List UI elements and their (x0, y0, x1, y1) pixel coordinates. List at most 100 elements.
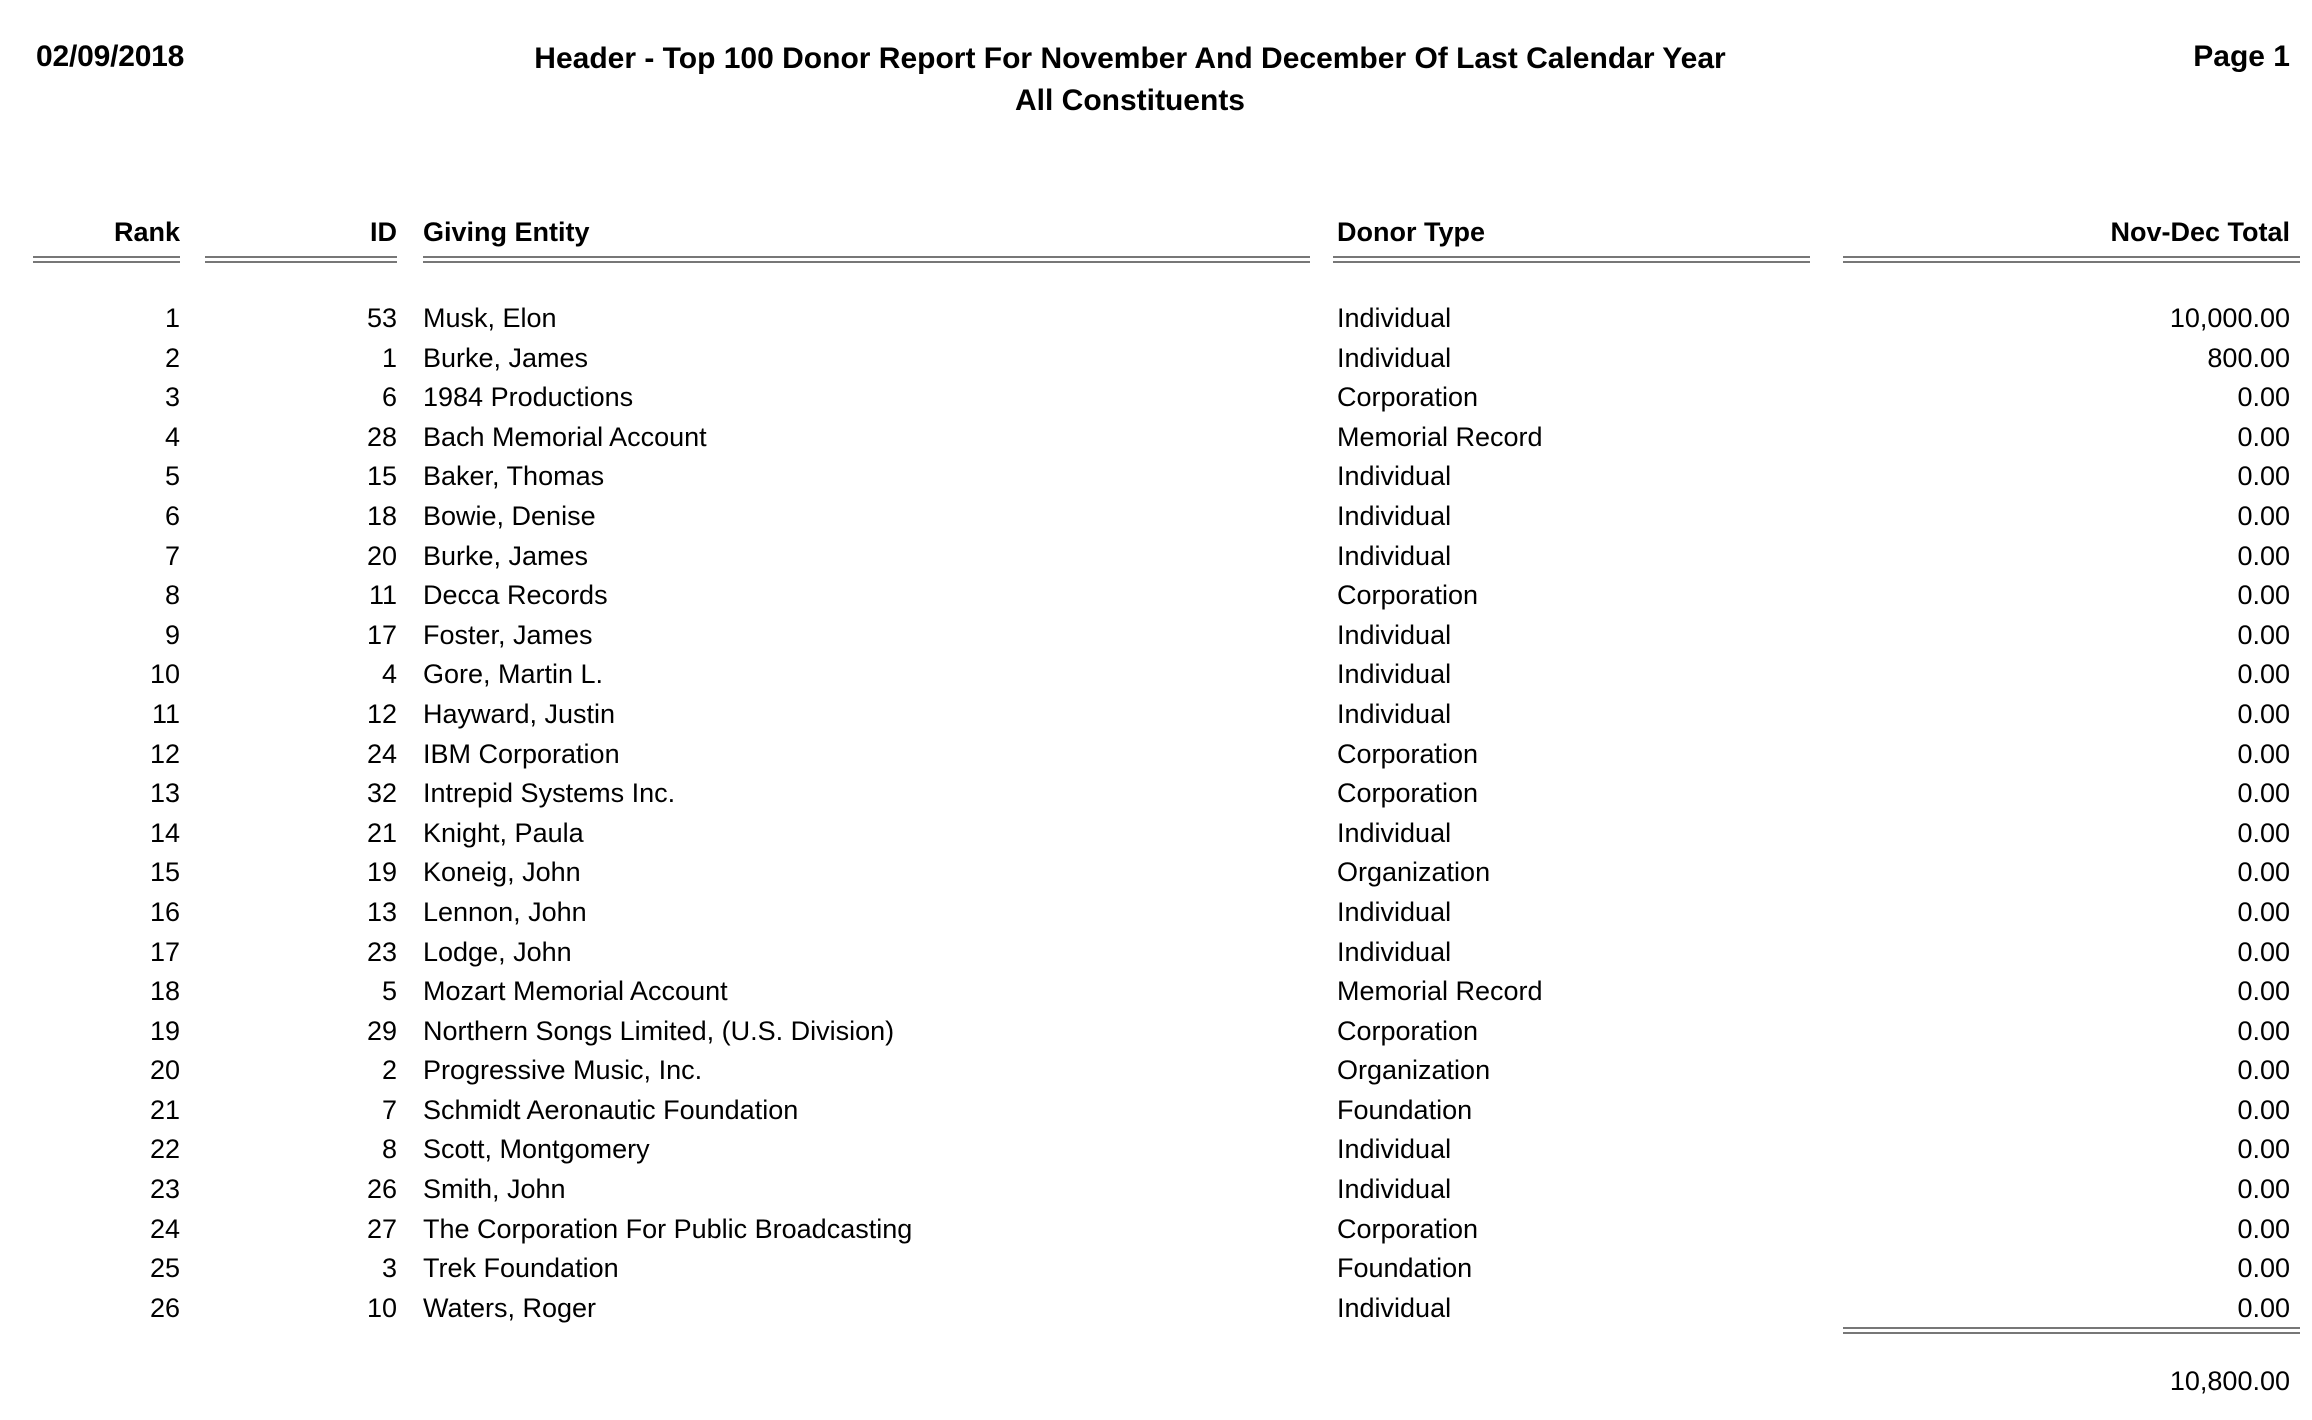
cell-total: 0.00 (2237, 778, 2290, 809)
cell-total: 0.00 (2237, 857, 2290, 888)
table-row: 5 15 Baker, Thomas Individual 0.00 (0, 458, 2312, 498)
cell-rank: 25 (149, 1253, 180, 1284)
report-header: 02/09/2018 Header - Top 100 Donor Report… (0, 32, 2312, 142)
cell-rank: 1 (164, 303, 180, 333)
cell-entity: Waters, Roger (423, 1292, 597, 1323)
cell-id: 4 (381, 659, 397, 690)
table-row: 14 21 Knight, Paula Individual 0.00 (0, 815, 2312, 855)
table-row: 23 26 Smith, John Individual 0.00 (0, 1171, 2312, 1211)
cell-id: 3 (381, 1253, 397, 1284)
table-row: 26 10 Waters, Roger Individual 0.00 (0, 1290, 2312, 1330)
cell-total: 0.00 (2237, 1174, 2290, 1205)
cell-donor-type: Individual (1337, 936, 1452, 967)
table-row: 12 24 IBM Corporation Corporation 0.00 (0, 736, 2312, 776)
cell-entity: Trek Foundation (423, 1253, 619, 1284)
cell-rank: 18 (149, 976, 180, 1007)
cell-rank: 3 (164, 382, 180, 413)
cell-id: 5 (381, 976, 397, 1007)
table-row: 10 4 Gore, Martin L. Individual 0.00 (0, 656, 2312, 696)
column-header-donor-type: Donor Type (1337, 217, 1485, 247)
cell-donor-type: Individual (1337, 342, 1452, 373)
cell-rank: 8 (164, 580, 180, 611)
cell-rank: 7 (164, 540, 180, 571)
cell-donor-type: Individual (1337, 817, 1452, 848)
cell-id: 28 (366, 421, 397, 452)
cell-donor-type: Corporation (1337, 738, 1479, 769)
table-row: 4 28 Bach Memorial Account Memorial Record 0… (0, 419, 2312, 459)
column-header-entity: Giving Entity (423, 217, 590, 247)
table-row: 3 6 1984 Productions Corporation 0.00 (0, 379, 2312, 419)
cell-total: 0.00 (2237, 817, 2290, 848)
table-row: 9 17 Foster, James Individual 0.00 (0, 617, 2312, 657)
cell-rank: 6 (164, 500, 180, 531)
cell-rank: 14 (149, 817, 180, 848)
report-title-block: Header - Top 100 Donor Report For Novemb… (300, 38, 1960, 122)
cell-donor-type: Foundation (1337, 1094, 1473, 1125)
cell-entity: Smith, John (423, 1174, 566, 1205)
cell-entity: Progressive Music, Inc. (423, 1055, 703, 1086)
cell-total: 0.00 (2237, 540, 2290, 571)
cell-entity: Knight, Paula (423, 817, 584, 848)
cell-id: 19 (366, 857, 397, 888)
cell-entity: Bowie, Denise (423, 500, 596, 531)
cell-rank: 5 (164, 461, 180, 492)
cell-total: 0.00 (2237, 976, 2290, 1007)
cell-donor-type: Individual (1337, 1174, 1452, 1205)
cell-total: 0.00 (2237, 461, 2290, 492)
cell-rank: 16 (149, 896, 180, 927)
cell-donor-type: Individual (1337, 659, 1452, 690)
cell-rank: 17 (149, 936, 180, 967)
cell-id: 20 (366, 540, 397, 571)
cell-rank: 4 (164, 421, 180, 452)
cell-entity: Northern Songs Limited, (U.S. Division) (423, 1015, 895, 1046)
cell-donor-type: Corporation (1337, 580, 1479, 611)
cell-entity: The Corporation For Public Broadcasting (423, 1213, 913, 1244)
cell-id: 29 (366, 1015, 397, 1046)
table-row: 19 29 Northern Songs Limited, (U.S. Divisi… (0, 1013, 2312, 1053)
cell-donor-type: Individual (1337, 303, 1452, 333)
grand-total-rule (1843, 1327, 2300, 1334)
grand-total-value: 10,800.00 (2169, 1366, 2290, 1396)
cell-donor-type: Individual (1337, 1292, 1452, 1323)
cell-id: 26 (366, 1174, 397, 1205)
cell-entity: 1984 Productions (423, 382, 634, 413)
table-row: 25 3 Trek Foundation Foundation 0.00 (0, 1250, 2312, 1290)
cell-id: 53 (366, 303, 397, 333)
cell-total: 0.00 (2237, 1213, 2290, 1244)
table-column-headers: Rank ID Giving Entity Donor Type Nov-Dec… (0, 216, 2312, 278)
cell-rank: 22 (149, 1134, 180, 1165)
cell-donor-type: Corporation (1337, 1213, 1479, 1244)
cell-entity: Schmidt Aeronautic Foundation (423, 1094, 799, 1125)
cell-entity: IBM Corporation (423, 738, 620, 769)
cell-total: 0.00 (2237, 1015, 2290, 1046)
cell-total: 0.00 (2237, 698, 2290, 729)
cell-entity: Decca Records (423, 580, 608, 611)
header-rule-id (205, 256, 397, 263)
cell-id: 13 (366, 896, 397, 927)
table-row: 18 5 Mozart Memorial Account Memorial Recor… (0, 973, 2312, 1013)
column-header-id: ID (370, 217, 397, 247)
cell-id: 18 (366, 500, 397, 531)
cell-id: 15 (366, 461, 397, 492)
cell-id: 1 (381, 342, 397, 373)
cell-total: 0.00 (2237, 382, 2290, 413)
cell-total: 0.00 (2237, 936, 2290, 967)
cell-donor-type: Organization (1337, 1055, 1491, 1086)
cell-rank: 12 (149, 738, 180, 769)
report-title: Header - Top 100 Donor Report For Novemb… (534, 42, 1726, 75)
cell-total: 0.00 (2237, 1055, 2290, 1086)
cell-id: 32 (366, 778, 397, 809)
table-body: 1 53 Musk, Elon Individual 10,000.00 2 1 Burke,… (0, 300, 2312, 1329)
cell-donor-type: Individual (1337, 896, 1452, 927)
header-rule-donor-type (1333, 256, 1810, 263)
cell-total: 0.00 (2237, 619, 2290, 650)
report-page: 02/09/2018 Header - Top 100 Donor Report… (0, 0, 2312, 1420)
cell-total: 0.00 (2237, 896, 2290, 927)
cell-id: 17 (366, 619, 397, 650)
column-header-rank: Rank (113, 217, 180, 247)
cell-entity: Baker, Thomas (423, 461, 605, 492)
cell-rank: 19 (149, 1015, 180, 1046)
cell-total: 0.00 (2237, 1094, 2290, 1125)
cell-id: 6 (381, 382, 397, 413)
cell-rank: 11 (151, 698, 180, 729)
